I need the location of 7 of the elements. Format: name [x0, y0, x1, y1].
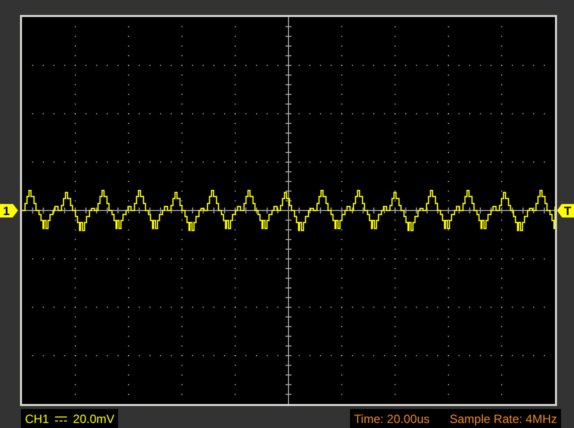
- sample-rate: Sample Rate: 4MHz: [450, 412, 557, 426]
- time-per-division: Time: 20.00us: [354, 412, 430, 426]
- channel-marker[interactable]: 1: [0, 204, 18, 218]
- trigger-marker[interactable]: T: [557, 204, 574, 218]
- channel-label: CH1: [25, 412, 50, 426]
- volts-per-division: 20.0mV: [73, 412, 114, 426]
- dc-coupling-icon: [55, 416, 68, 422]
